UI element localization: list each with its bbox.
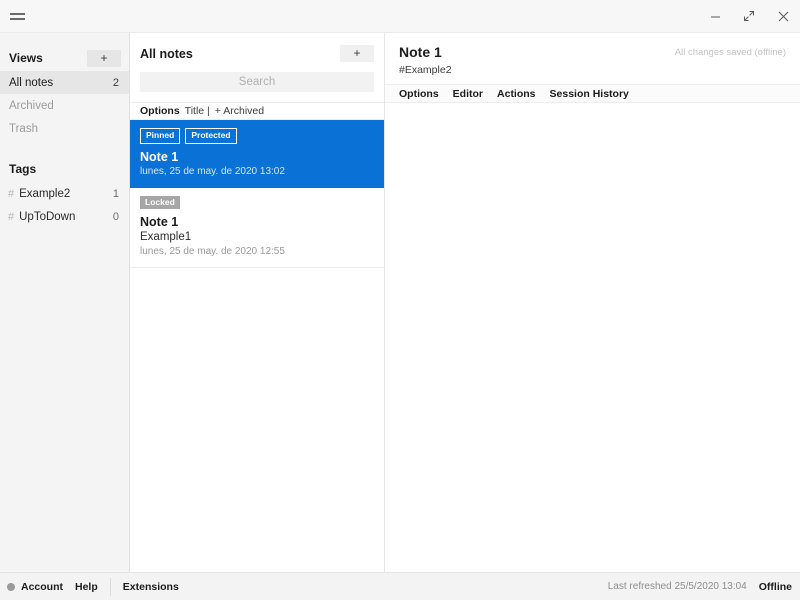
app-window: Views + All notes 2 Archived Trash Tags …	[0, 0, 800, 600]
add-note-button[interactable]: +	[340, 45, 374, 62]
editor-panel: Note 1 #Example2 All changes saved (offl…	[385, 33, 800, 572]
sidebar-item-archived[interactable]: Archived	[0, 94, 129, 117]
editor-tags: #Example2	[399, 64, 452, 76]
search-input[interactable]	[140, 72, 374, 92]
include-archived-button[interactable]: + Archived	[215, 105, 264, 117]
note-badges: Locked	[140, 195, 374, 209]
footer-left-group: Account Help	[7, 581, 98, 593]
tags-section-header: Tags	[0, 156, 129, 182]
last-refreshed-text: Last refreshed 25/5/2020 13:04	[607, 581, 747, 592]
sidebar-item-label: Trash	[9, 122, 38, 135]
sidebar-item-all-notes[interactable]: All notes 2	[0, 71, 129, 94]
page-title[interactable]: Note 1	[399, 44, 675, 60]
maximize-icon[interactable]	[732, 0, 766, 33]
status-badge: Locked	[140, 195, 180, 209]
search-container	[130, 68, 384, 102]
sidebar-tag-label: UpToDown	[19, 210, 76, 223]
note-preview: Example1	[140, 231, 192, 243]
sidebar: Views + All notes 2 Archived Trash Tags …	[0, 33, 130, 572]
tags-section-title: Tags	[9, 162, 37, 176]
tab-options[interactable]: Options	[399, 88, 439, 100]
note-list-title: All notes	[140, 46, 193, 61]
tab-actions[interactable]: Actions	[497, 88, 536, 100]
close-icon[interactable]	[766, 0, 800, 33]
sidebar-item-label: Archived	[9, 99, 54, 112]
sidebar-item-label: All notes	[9, 76, 54, 89]
note-list-options-bar: Options Title | + Archived	[130, 102, 384, 120]
note-date: lunes, 25 de may. de 2020 13:02	[140, 165, 285, 177]
note-list-header: All notes +	[130, 33, 384, 68]
note-list-scroll[interactable]: Pinned Protected Note 1 lunes, 25 de may…	[130, 120, 384, 572]
hash-icon: #	[8, 187, 15, 200]
editor-header: Note 1 #Example2 All changes saved (offl…	[385, 33, 800, 84]
sidebar-item-trash[interactable]: Trash	[0, 117, 129, 140]
footer-divider	[109, 577, 111, 596]
list-options-button[interactable]: Options	[140, 105, 180, 117]
connection-status-button[interactable]: Offline	[759, 581, 792, 593]
tab-editor[interactable]: Editor	[453, 88, 483, 100]
hamburger-icon[interactable]	[0, 0, 34, 33]
sort-by-title-button[interactable]: Title |	[185, 105, 210, 117]
minimize-icon[interactable]	[698, 0, 732, 33]
sidebar-tag-example2[interactable]: # Example2 1	[0, 182, 129, 205]
editor-tab-bar: Options Editor Actions Session History	[385, 84, 800, 103]
hash-icon: #	[8, 210, 15, 223]
add-view-button[interactable]: +	[87, 49, 121, 67]
status-bar: Account Help Extensions Last refreshed 2…	[0, 572, 800, 600]
note-title: Note 1	[140, 149, 179, 164]
views-section-title: Views	[9, 51, 43, 65]
status-badge: Protected	[185, 128, 237, 144]
status-badge: Pinned	[140, 128, 181, 144]
sidebar-tag-count: 1	[112, 187, 119, 200]
account-button[interactable]: Account	[7, 581, 63, 593]
note-list-item[interactable]: Pinned Protected Note 1 lunes, 25 de may…	[130, 120, 384, 188]
note-content-area[interactable]	[385, 103, 800, 572]
note-badges: Pinned Protected	[140, 128, 374, 144]
editor-header-left: Note 1 #Example2	[399, 44, 675, 76]
main-columns: Views + All notes 2 Archived Trash Tags …	[0, 33, 800, 572]
note-list-panel: All notes + Options Title | + Archived P…	[130, 33, 385, 572]
help-button[interactable]: Help	[75, 581, 98, 593]
sidebar-tag-label: Example2	[19, 187, 71, 200]
note-title: Note 1	[140, 215, 179, 229]
extensions-button[interactable]: Extensions	[123, 581, 179, 593]
status-dot-icon	[7, 582, 15, 591]
title-bar	[0, 0, 800, 33]
hamburger-bar	[9, 12, 25, 15]
views-section-header: Views +	[0, 45, 129, 71]
hamburger-bar	[9, 17, 25, 20]
sidebar-item-count: 2	[112, 76, 119, 89]
note-list-item[interactable]: Locked Note 1 Example1 lunes, 25 de may.…	[130, 188, 384, 268]
save-status-text: All changes saved (offline)	[674, 47, 786, 58]
tab-session-history[interactable]: Session History	[550, 88, 629, 100]
sidebar-tag-uptodown[interactable]: # UpToDown 0	[0, 205, 129, 228]
sidebar-tag-count: 0	[112, 210, 119, 223]
note-date: lunes, 25 de may. de 2020 12:55	[140, 246, 285, 257]
account-label: Account	[21, 580, 63, 593]
